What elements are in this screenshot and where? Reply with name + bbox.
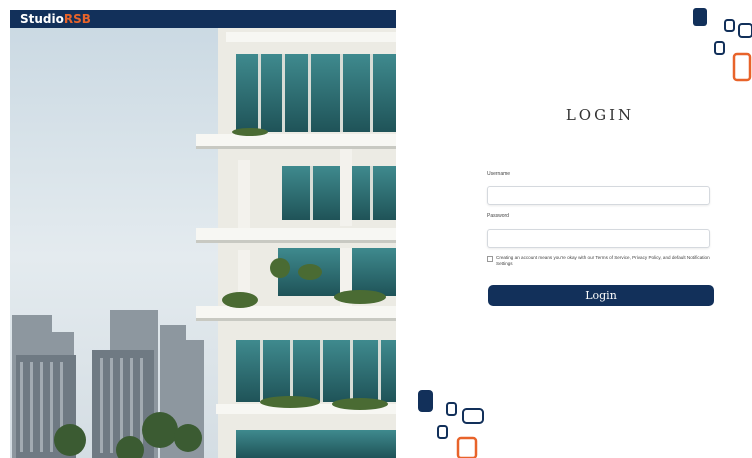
password-input[interactable] [487,229,710,248]
brand-logo-accent: RSB [63,12,91,26]
brand-logo-primary: Studio [20,12,64,26]
login-title: LOGIN [565,106,635,124]
username-label: Username [487,171,511,177]
brand-logo[interactable]: StudioRSB [20,11,91,27]
username-input[interactable] [487,186,710,205]
hero-image-panel: StudioRSB [10,10,396,458]
login-page: StudioRSB LOGIN Username Password Creati… [0,0,752,458]
password-label: Password [487,213,509,219]
rounded-square-shapes-icon [693,8,752,82]
rounded-square-shapes-icon [418,390,484,458]
terms-row: Creating an account means you're okay wi… [487,255,713,267]
building-photo [10,10,396,458]
terms-text: Creating an account means you're okay wi… [496,255,710,266]
brand-bar: StudioRSB [10,10,396,28]
terms-checkbox[interactable] [487,256,493,262]
login-button[interactable]: Login [488,285,714,306]
